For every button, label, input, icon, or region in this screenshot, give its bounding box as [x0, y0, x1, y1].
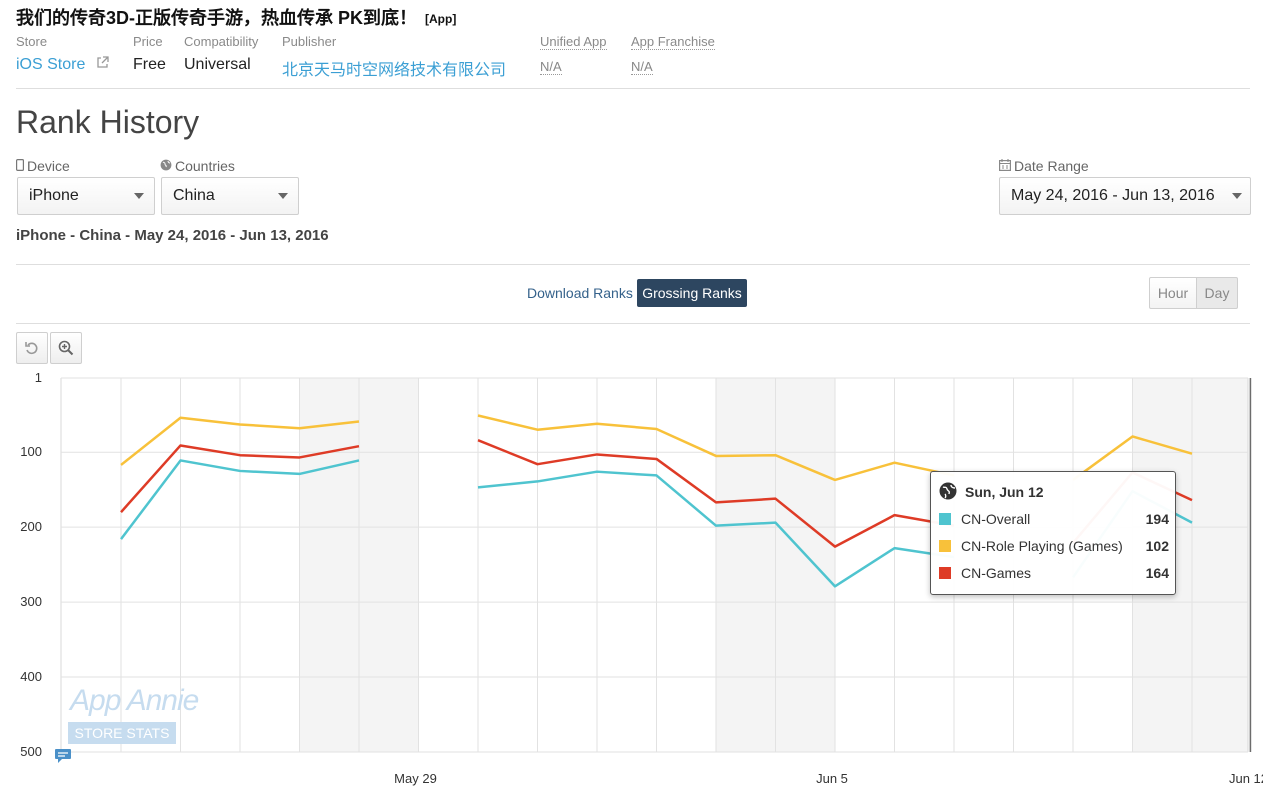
tooltip-series-name: CN-Role Playing (Games) [961, 538, 1123, 554]
y-tick-label: 500 [20, 744, 42, 759]
store-label: Store [16, 34, 48, 49]
date-range-select[interactable]: May 24, 2016 - Jun 13, 2016 [999, 177, 1251, 215]
tooltip-series-value: 194 [1145, 511, 1169, 527]
app-franchise-value: N/A [631, 59, 653, 75]
tooltip-row: CN-Games 164 [939, 565, 1169, 583]
device-label-text: Device [27, 158, 70, 174]
globe-icon [160, 158, 172, 174]
date-range-value: May 24, 2016 - Jun 13, 2016 [1011, 187, 1215, 204]
publisher-link[interactable]: 北京天马时空网络技术有限公司 [282, 56, 506, 80]
globe-icon [939, 482, 957, 503]
hour-button[interactable]: Hour [1149, 277, 1197, 309]
watermark-logo: App Annie [70, 684, 199, 717]
filters-divider [16, 264, 1250, 265]
y-tick-label: 1 [34, 370, 42, 385]
phone-icon [16, 158, 25, 174]
date-range-label: Date Range [999, 158, 1089, 174]
price-label: Price [133, 34, 163, 49]
tooltip-row: CN-Overall 194 [939, 511, 1169, 529]
countries-label-text: Countries [175, 158, 235, 174]
tab-grossing-ranks[interactable]: Grossing Ranks [637, 279, 747, 307]
tooltip-series-value: 102 [1145, 538, 1169, 554]
y-tick-label: 100 [20, 444, 42, 460]
chart-tooltip: Sun, Jun 12 CN-Overall 194 CN-Role Playi… [930, 471, 1176, 595]
day-button[interactable]: Day [1196, 277, 1238, 309]
app-franchise-label-text: App Franchise [631, 34, 715, 50]
unified-app-label-text: Unified App [540, 34, 607, 50]
x-tick-label: Jun 5 [816, 771, 848, 786]
app-franchise-value-text: N/A [631, 59, 653, 75]
device-select[interactable]: iPhone [17, 177, 155, 215]
unified-app-value: N/A [540, 59, 562, 75]
countries-select-value: China [173, 187, 215, 204]
page-title: Rank History [16, 104, 200, 140]
store-link[interactable]: iOS Store [16, 56, 109, 74]
calendar-icon [999, 158, 1012, 174]
countries-select[interactable]: China [161, 177, 299, 215]
app-franchise-label[interactable]: App Franchise [631, 34, 715, 50]
x-axis-labels: May 29 Jun 5 Jun 12 [394, 771, 1263, 786]
header-divider [16, 88, 1250, 89]
compatibility-label: Compatibility [184, 34, 259, 49]
compatibility-value: Universal [184, 56, 251, 73]
tooltip-row: CN-Role Playing (Games) 102 [939, 538, 1169, 556]
selection-summary: iPhone - China - May 24, 2016 - Jun 13, … [16, 227, 329, 244]
chevron-down-icon [278, 193, 288, 199]
tabs-divider [16, 323, 1250, 324]
app-name: 我们的传奇3D-正版传奇手游，热血传承 PK到底！ [16, 8, 418, 28]
zoom-in-icon [58, 340, 74, 361]
x-tick-label: Jun 12 [1229, 771, 1263, 786]
chevron-down-icon [134, 193, 144, 199]
countries-label: Countries [160, 158, 235, 174]
series-swatch [939, 540, 951, 552]
tooltip-date: Sun, Jun 12 [965, 484, 1044, 500]
tooltip-series-name: CN-Games [961, 565, 1032, 581]
device-label: Device [16, 158, 70, 174]
publisher-label: Publisher [282, 34, 337, 49]
store-value: iOS Store [16, 56, 86, 74]
undo-icon [24, 340, 40, 361]
watermark-badge: STORE STATS [68, 722, 176, 744]
chat-icon[interactable] [54, 748, 72, 769]
series-swatch [939, 513, 951, 525]
x-tick-label: May 29 [394, 771, 437, 786]
unified-app-label[interactable]: Unified App [540, 34, 607, 50]
app-title: 我们的传奇3D-正版传奇手游，热血传承 PK到底！ [App] [16, 4, 456, 30]
tooltip-series-value: 164 [1145, 565, 1169, 581]
y-tick-label: 300 [20, 594, 42, 610]
tab-download-ranks[interactable]: Download Ranks [527, 285, 633, 301]
y-tick-label: 400 [20, 669, 42, 685]
tooltip-series-name: CN-Overall [961, 511, 1031, 527]
y-tick-label: 200 [20, 519, 42, 535]
device-select-value: iPhone [29, 187, 79, 204]
price-value: Free [133, 56, 166, 73]
series-swatch [939, 567, 951, 579]
app-type-tag: [App] [425, 12, 457, 27]
chevron-down-icon [1232, 193, 1242, 199]
unified-app-value-text: N/A [540, 59, 562, 75]
external-link-icon [96, 56, 109, 74]
date-range-label-text: Date Range [1014, 158, 1089, 174]
